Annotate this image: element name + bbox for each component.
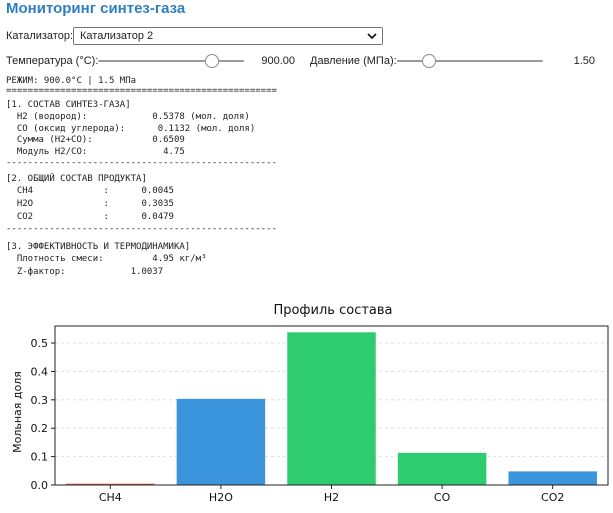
section1-line: CO (оксид углерода): 0.1132 (мол. доля) xyxy=(6,123,256,134)
chart-x-tick-label: H2 xyxy=(324,491,339,504)
temperature-slider-track xyxy=(98,60,244,62)
chart-y-tick-label: 0.5 xyxy=(31,337,49,350)
chart-y-ticks: 0.0 0.1 0.2 0.3 0.4 0.5 xyxy=(31,337,55,492)
pressure-label: Давление (МПа): xyxy=(310,55,397,67)
temperature-slider-thumb[interactable] xyxy=(204,54,219,68)
chart-x-tick-label: CO2 xyxy=(541,491,564,504)
section2-line: CO2 : 0.0479 xyxy=(6,212,174,222)
section3-line: Плотность смеси: 4.95 кг/м³ xyxy=(6,254,207,264)
section1-title: [1. СОСТАВ СИНТЕЗ-ГАЗА] xyxy=(6,100,131,110)
chart-x-tick-label: H2O xyxy=(209,491,233,504)
section3-title: [3. ЭФФЕКТИВНОСТЬ И ТЕРМОДИНАМИКА] xyxy=(6,242,191,252)
temperature-slider[interactable] xyxy=(98,53,244,69)
chart-x-ticks: CH4 H2O H2 CO CO2 xyxy=(99,485,564,504)
chart-y-tick-label: 0.0 xyxy=(31,479,49,492)
temperature-label: Температура (°C): xyxy=(6,55,99,67)
chart-x-tick-label: CO xyxy=(434,491,451,504)
chart-y-tick-label: 0.4 xyxy=(31,365,49,378)
pressure-slider[interactable] xyxy=(397,53,543,69)
chart-title: Профиль состава xyxy=(273,303,392,318)
chevron-down-icon xyxy=(367,33,377,40)
pressure-slider-thumb[interactable] xyxy=(422,54,437,68)
chart-x-tick-label: CH4 xyxy=(99,491,122,504)
separator-double: ========================================… xyxy=(6,86,277,96)
separator-dash: ----------------------------------------… xyxy=(6,224,277,234)
catalyst-select-value: Катализатор 2 xyxy=(80,30,154,42)
page-title: Мониторинг синтез-газа xyxy=(6,0,186,17)
composition-chart: Профиль состава Мольная доля 0.00.10.20.… xyxy=(11,303,609,504)
chart-bar-h2 xyxy=(287,332,376,485)
section1-line: Сумма (H2+CO): 0.6509 xyxy=(6,135,185,145)
chart-y-axis-label: Мольная доля xyxy=(11,371,24,453)
section2-title: [2. ОБЩИЙ СОСТАВ ПРОДУКТА] xyxy=(6,174,147,184)
pressure-value: 1.50 xyxy=(573,55,595,67)
pressure-slider-track xyxy=(397,60,543,62)
section3-line: Z-фактор: 1.0037 xyxy=(6,267,164,277)
chart-y-tick-label: 0.1 xyxy=(31,451,49,464)
catalyst-label: Катализатор: xyxy=(6,30,74,42)
catalyst-select[interactable]: Катализатор 2 xyxy=(73,27,383,45)
chart-y-tick-label: 0.3 xyxy=(31,394,49,407)
chart-bar-h2o xyxy=(176,398,266,485)
chart-bar-co2 xyxy=(508,471,597,485)
section1-line: H2 (водород): 0.5378 (мол. доля) xyxy=(6,112,250,122)
section1-line: Модуль H2/CO: 4.75 xyxy=(6,146,185,157)
chart-bars xyxy=(66,332,597,486)
temperature-value: 900.00 xyxy=(261,55,295,67)
section2-line: CH4 : 0.0045 xyxy=(6,186,174,196)
separator-dash: ----------------------------------------… xyxy=(6,158,277,168)
chart-y-tick-label: 0.2 xyxy=(31,422,49,435)
chart-bar-co xyxy=(397,452,487,485)
section2-line: H2O : 0.3035 xyxy=(6,199,174,209)
